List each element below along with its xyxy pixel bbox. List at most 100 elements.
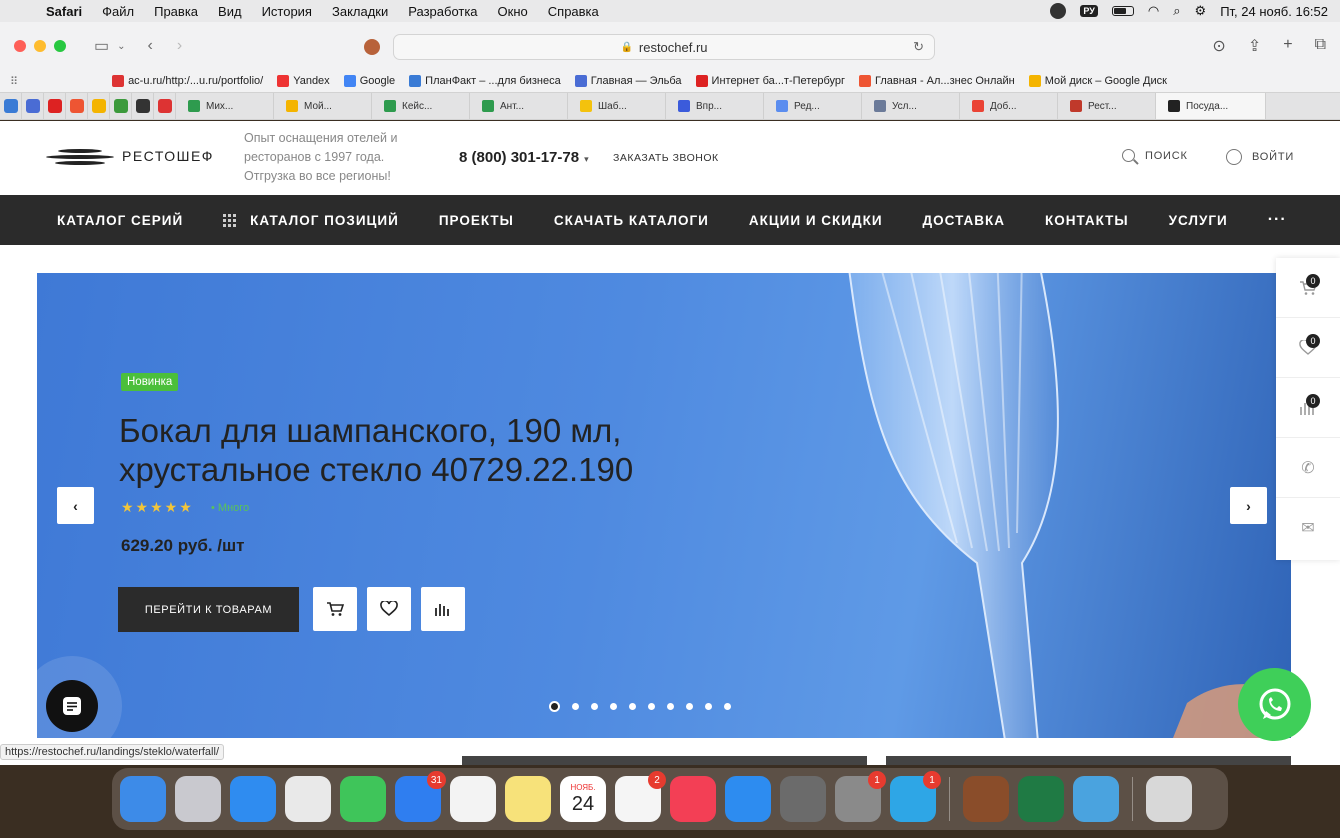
notification-app-icon[interactable] xyxy=(1050,3,1067,19)
callback-link[interactable]: ЗАКАЗАТЬ ЗВОНОК xyxy=(613,152,719,164)
slider-dot[interactable] xyxy=(591,703,598,710)
calendar-icon[interactable]: НОЯБ. 24 xyxy=(560,776,606,822)
minimize-window-button[interactable] xyxy=(34,40,46,52)
music-icon[interactable] xyxy=(670,776,716,822)
pinned-tab-g-black[interactable] xyxy=(132,93,154,119)
telegram-icon[interactable]: 1 xyxy=(890,771,941,822)
nav-catalog-items[interactable]: КАТАЛОГ ПОЗИЦИЙ xyxy=(223,213,399,228)
chess-app-icon[interactable] xyxy=(963,776,1009,822)
side-compare-button[interactable]: 0 xyxy=(1276,378,1340,438)
nav-contacts[interactable]: КОНТАКТЫ xyxy=(1045,213,1129,228)
spotlight-icon[interactable]: ⌕ xyxy=(1173,3,1180,19)
menu-bookmarks[interactable]: Закладки xyxy=(322,4,398,19)
address-bar[interactable]: 🔒 restochef.ru ↻ xyxy=(393,34,935,60)
whatsapp-button[interactable] xyxy=(1238,668,1311,741)
menu-view[interactable]: Вид xyxy=(208,4,252,19)
browser-tab[interactable]: Ант... xyxy=(470,93,568,119)
add-to-compare-button[interactable] xyxy=(421,587,465,631)
slider-dot[interactable] xyxy=(705,703,712,710)
side-favorites-button[interactable]: 0 xyxy=(1276,318,1340,378)
chrome-icon[interactable] xyxy=(285,776,331,822)
downloads-icon[interactable]: ⊙ xyxy=(1212,36,1225,56)
browser-tab[interactable]: Доб... xyxy=(960,93,1058,119)
share-icon[interactable]: ⇪ xyxy=(1248,36,1261,56)
chevron-down-icon[interactable]: ▾ xyxy=(584,154,589,164)
slider-dot[interactable] xyxy=(667,703,674,710)
chat-widget-button[interactable] xyxy=(22,656,122,756)
slider-dot[interactable] xyxy=(648,703,655,710)
slider-dot[interactable] xyxy=(572,703,579,710)
menu-file[interactable]: Файл xyxy=(92,4,144,19)
nav-delivery[interactable]: ДОСТАВКА xyxy=(923,213,1005,228)
apps-grid-icon[interactable]: ⠿ xyxy=(10,75,18,88)
menubar-clock[interactable]: Пт, 24 нояб. 16:52 xyxy=(1220,4,1328,19)
menu-develop[interactable]: Разработка xyxy=(398,4,487,19)
product-card-preview[interactable] xyxy=(886,756,1291,765)
pinned-tab-pf[interactable] xyxy=(0,93,22,119)
app-menu[interactable]: Safari xyxy=(36,4,92,19)
bookmark-item[interactable]: Главная — Эльба xyxy=(574,75,682,87)
phone-number[interactable]: 8 (800) 301-17-78 ▾ xyxy=(459,149,589,166)
browser-tab[interactable]: Кейс... xyxy=(372,93,470,119)
tab-overview-icon[interactable]: ⧉ xyxy=(1315,36,1326,56)
menu-edit[interactable]: Правка xyxy=(144,4,208,19)
messages-icon[interactable] xyxy=(340,776,386,822)
side-email-button[interactable]: ✉ xyxy=(1276,498,1340,558)
browser-tab[interactable]: Шаб... xyxy=(568,93,666,119)
forward-button[interactable]: › xyxy=(177,37,182,55)
nav-download-catalogs[interactable]: СКАЧАТЬ КАТАЛОГИ xyxy=(554,213,709,228)
browser-tab[interactable]: Мих... xyxy=(176,93,274,119)
go-to-products-button[interactable]: ПЕРЕЙТИ К ТОВАРАМ xyxy=(118,587,299,632)
photos-icon[interactable] xyxy=(450,776,496,822)
finder-icon[interactable] xyxy=(120,776,166,822)
wifi-icon[interactable]: ◠ xyxy=(1148,3,1159,19)
nav-promotions[interactable]: АКЦИИ И СКИДКИ xyxy=(749,213,883,228)
bookmark-item[interactable]: ПланФакт – ...для бизнеса xyxy=(409,75,561,87)
slider-dot[interactable] xyxy=(686,703,693,710)
slider-dot[interactable] xyxy=(549,701,560,712)
sidebar-toggle-icon[interactable]: ▭ xyxy=(94,36,109,56)
close-window-button[interactable] xyxy=(14,40,26,52)
new-tab-icon[interactable]: + xyxy=(1283,36,1292,56)
calculator-icon[interactable] xyxy=(780,776,826,822)
menu-history[interactable]: История xyxy=(252,4,322,19)
launchpad-icon[interactable] xyxy=(175,776,221,822)
pinned-tab-red-app[interactable] xyxy=(154,93,176,119)
shield-app-icon[interactable] xyxy=(1073,776,1119,822)
login-button[interactable]: ВОЙТИ xyxy=(1226,149,1294,165)
chevron-down-icon[interactable]: ⌄ xyxy=(117,41,125,52)
browser-tab[interactable]: Рест... xyxy=(1058,93,1156,119)
side-callback-button[interactable]: ✆ xyxy=(1276,438,1340,498)
next-slide-button[interactable]: › xyxy=(1230,487,1267,524)
nav-projects[interactable]: ПРОЕКТЫ xyxy=(439,213,514,228)
zoom-window-button[interactable] xyxy=(54,40,66,52)
slider-dot[interactable] xyxy=(610,703,617,710)
slider-dot[interactable] xyxy=(629,703,636,710)
pinned-tab-drive[interactable] xyxy=(88,93,110,119)
search-button[interactable]: ПОИСК xyxy=(1122,149,1188,162)
nav-services[interactable]: УСЛУГИ xyxy=(1169,213,1228,228)
mail-icon[interactable]: 31 xyxy=(395,771,446,822)
back-button[interactable]: ‹ xyxy=(148,37,153,55)
reminders-icon[interactable]: 2 xyxy=(615,771,666,822)
browser-tab[interactable]: Ред... xyxy=(764,93,862,119)
pinned-tab-alfa[interactable] xyxy=(66,93,88,119)
prev-slide-button[interactable]: ‹ xyxy=(57,487,94,524)
input-source-indicator[interactable]: РУ xyxy=(1080,5,1098,17)
control-center-icon[interactable]: ⚙ xyxy=(1195,3,1207,19)
bookmark-item[interactable]: Google xyxy=(343,75,395,87)
add-to-cart-button[interactable] xyxy=(313,587,357,631)
bookmark-item[interactable]: Мой диск – Google Диск xyxy=(1028,75,1167,87)
nav-more-button[interactable]: ··· xyxy=(1268,211,1287,229)
product-card-preview[interactable] xyxy=(462,756,867,765)
bookmark-item[interactable]: ac-u.ru/http:/...u.ru/portfolio/ xyxy=(112,75,263,87)
system-settings-icon[interactable]: 1 xyxy=(835,771,886,822)
notes-icon[interactable] xyxy=(505,776,551,822)
browser-tab[interactable]: Мой... xyxy=(274,93,372,119)
app-store-icon[interactable] xyxy=(725,776,771,822)
browser-tab[interactable]: Впр... xyxy=(666,93,764,119)
browser-tab[interactable]: Посуда... xyxy=(1156,93,1266,119)
trash-icon[interactable] xyxy=(1146,776,1192,822)
bookmark-item[interactable]: Yandex xyxy=(277,75,330,87)
slider-dot[interactable] xyxy=(724,703,731,710)
